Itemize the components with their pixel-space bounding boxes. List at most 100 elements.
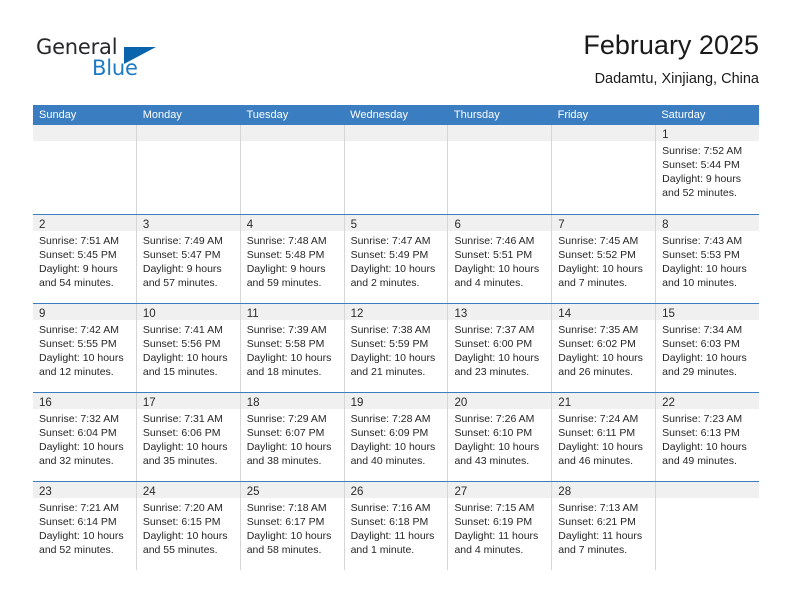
day-cell[interactable] <box>448 125 553 214</box>
weekday-tuesday: Tuesday <box>246 109 289 121</box>
day-details: Sunrise: 7:46 AM Sunset: 5:51 PM Dayligh… <box>448 231 551 290</box>
day-cell[interactable]: 18 Sunrise: 7:29 AM Sunset: 6:07 PM Dayl… <box>240 393 345 481</box>
daylight-line-1: Daylight: 10 hours <box>142 441 228 453</box>
sunrise-line: Sunrise: 7:41 AM <box>142 324 223 336</box>
day-number: 7 <box>558 219 565 231</box>
day-cell[interactable]: 4 Sunrise: 7:48 AM Sunset: 5:48 PM Dayli… <box>240 215 345 303</box>
day-number-band: 13 <box>448 304 552 320</box>
day-cell[interactable]: 7 Sunrise: 7:45 AM Sunset: 5:52 PM Dayli… <box>552 215 657 303</box>
sunset-line: Sunset: 5:58 PM <box>246 338 325 350</box>
day-number: 20 <box>454 397 468 409</box>
daylight-line-2: and 15 minutes. <box>142 366 218 378</box>
day-cell[interactable]: 1 Sunrise: 7:52 AM Sunset: 5:44 PM Dayli… <box>656 125 760 214</box>
sunset-line: Sunset: 5:52 PM <box>558 249 636 261</box>
day-number-band: 12 <box>344 304 448 320</box>
daylight-line-1: Daylight: 10 hours <box>39 352 124 364</box>
day-details: Sunrise: 7:52 AM Sunset: 5:44 PM Dayligh… <box>656 141 759 200</box>
daylight-line-2: and 38 minutes. <box>246 455 322 467</box>
day-cell[interactable]: 28 Sunrise: 7:13 AM Sunset: 6:21 PM Dayl… <box>552 482 657 570</box>
day-number-band: 22 <box>656 393 760 409</box>
day-cell[interactable]: 24 Sunrise: 7:20 AM Sunset: 6:15 PM Dayl… <box>136 482 241 570</box>
day-cell[interactable]: 15 Sunrise: 7:34 AM Sunset: 6:03 PM Dayl… <box>656 304 760 392</box>
daylight-line-2: and 1 minute. <box>350 544 415 556</box>
sunrise-line: Sunrise: 7:52 AM <box>662 145 743 157</box>
day-cell[interactable] <box>136 125 241 214</box>
day-cell[interactable]: 20 Sunrise: 7:26 AM Sunset: 6:10 PM Dayl… <box>448 393 553 481</box>
day-cell[interactable]: 9 Sunrise: 7:42 AM Sunset: 5:55 PM Dayli… <box>33 304 137 392</box>
daylight-line-2: and 29 minutes. <box>662 366 737 378</box>
day-cell[interactable]: 27 Sunrise: 7:15 AM Sunset: 6:19 PM Dayl… <box>448 482 553 570</box>
day-cell[interactable]: 13 Sunrise: 7:37 AM Sunset: 6:00 PM Dayl… <box>448 304 553 392</box>
day-cell[interactable]: 5 Sunrise: 7:47 AM Sunset: 5:49 PM Dayli… <box>344 215 449 303</box>
day-number: 21 <box>558 397 572 409</box>
day-cell[interactable]: 16 Sunrise: 7:32 AM Sunset: 6:04 PM Dayl… <box>33 393 137 481</box>
day-cell[interactable]: 25 Sunrise: 7:18 AM Sunset: 6:17 PM Dayl… <box>240 482 345 570</box>
day-cell[interactable] <box>33 125 137 214</box>
daylight-line-1: Daylight: 11 hours <box>558 530 643 542</box>
day-cell[interactable]: 21 Sunrise: 7:24 AM Sunset: 6:11 PM Dayl… <box>552 393 657 481</box>
daylight-line-1: Daylight: 10 hours <box>350 441 436 453</box>
day-cell[interactable] <box>344 125 449 214</box>
sunset-line: Sunset: 6:10 PM <box>454 427 533 439</box>
daylight-line-1: Daylight: 10 hours <box>350 352 436 364</box>
day-cell[interactable]: 3 Sunrise: 7:49 AM Sunset: 5:47 PM Dayli… <box>136 215 241 303</box>
calendar-grid: Sunday Monday Tuesday Wednesday Thursday… <box>33 105 760 570</box>
day-details: Sunrise: 7:43 AM Sunset: 5:53 PM Dayligh… <box>656 231 759 290</box>
day-number-band <box>448 125 552 141</box>
day-cell[interactable] <box>656 482 760 570</box>
day-cell[interactable] <box>240 125 345 214</box>
day-details <box>448 141 551 144</box>
weekday-thursday: Thursday <box>453 109 500 121</box>
daylight-line-2: and 52 minutes. <box>39 544 114 556</box>
sunset-line: Sunset: 6:02 PM <box>558 338 636 350</box>
day-details: Sunrise: 7:35 AM Sunset: 6:02 PM Dayligh… <box>552 320 655 379</box>
daylight-line-2: and 7 minutes. <box>558 544 628 556</box>
day-cell[interactable]: 14 Sunrise: 7:35 AM Sunset: 6:02 PM Dayl… <box>552 304 657 392</box>
sunrise-line: Sunrise: 7:37 AM <box>454 324 535 336</box>
day-details <box>137 141 240 144</box>
week-row: 16 Sunrise: 7:32 AM Sunset: 6:04 PM Dayl… <box>33 392 760 481</box>
daylight-line-1: Daylight: 10 hours <box>39 441 124 453</box>
day-cell[interactable]: 12 Sunrise: 7:38 AM Sunset: 5:59 PM Dayl… <box>344 304 449 392</box>
day-cell[interactable]: 17 Sunrise: 7:31 AM Sunset: 6:06 PM Dayl… <box>136 393 241 481</box>
sunset-line: Sunset: 6:09 PM <box>350 427 429 439</box>
daylight-line-1: Daylight: 10 hours <box>454 352 540 364</box>
daylight-line-2: and 26 minutes. <box>558 366 634 378</box>
sunset-line: Sunset: 5:56 PM <box>142 338 221 350</box>
sunrise-line: Sunrise: 7:21 AM <box>39 502 119 514</box>
day-number-band: 16 <box>33 393 136 409</box>
daylight-line-1: Daylight: 10 hours <box>558 441 643 453</box>
day-cell[interactable]: 8 Sunrise: 7:43 AM Sunset: 5:53 PM Dayli… <box>656 215 760 303</box>
sunrise-line: Sunrise: 7:15 AM <box>454 502 535 514</box>
day-cell[interactable]: 6 Sunrise: 7:46 AM Sunset: 5:51 PM Dayli… <box>448 215 553 303</box>
day-details: Sunrise: 7:16 AM Sunset: 6:18 PM Dayligh… <box>345 498 448 557</box>
daylight-line-2: and 4 minutes. <box>454 544 524 556</box>
day-cell[interactable]: 26 Sunrise: 7:16 AM Sunset: 6:18 PM Dayl… <box>344 482 449 570</box>
day-cell[interactable] <box>552 125 657 214</box>
day-cell[interactable]: 10 Sunrise: 7:41 AM Sunset: 5:56 PM Dayl… <box>136 304 241 392</box>
daylight-line-2: and 12 minutes. <box>39 366 114 378</box>
day-details <box>345 141 448 144</box>
day-details: Sunrise: 7:34 AM Sunset: 6:03 PM Dayligh… <box>656 320 759 379</box>
day-cell[interactable]: 2 Sunrise: 7:51 AM Sunset: 5:45 PM Dayli… <box>33 215 137 303</box>
day-cell[interactable]: 19 Sunrise: 7:28 AM Sunset: 6:09 PM Dayl… <box>344 393 449 481</box>
day-details <box>656 498 759 501</box>
sunset-line: Sunset: 6:14 PM <box>39 516 117 528</box>
daylight-line-1: Daylight: 9 hours <box>142 263 222 275</box>
day-number: 1 <box>662 129 669 141</box>
sunset-line: Sunset: 5:49 PM <box>350 249 429 261</box>
day-cell[interactable]: 11 Sunrise: 7:39 AM Sunset: 5:58 PM Dayl… <box>240 304 345 392</box>
day-cell[interactable]: 23 Sunrise: 7:21 AM Sunset: 6:14 PM Dayl… <box>33 482 137 570</box>
daylight-line-2: and 58 minutes. <box>246 544 322 556</box>
sunrise-line: Sunrise: 7:39 AM <box>246 324 327 336</box>
general-blue-logo[interactable]: General Blue <box>36 35 216 91</box>
sunset-line: Sunset: 5:59 PM <box>350 338 429 350</box>
day-details: Sunrise: 7:47 AM Sunset: 5:49 PM Dayligh… <box>345 231 448 290</box>
sunrise-line: Sunrise: 7:45 AM <box>558 235 639 247</box>
daylight-line-2: and 43 minutes. <box>454 455 530 467</box>
day-number-band: 24 <box>136 482 240 498</box>
day-cell[interactable]: 22 Sunrise: 7:23 AM Sunset: 6:13 PM Dayl… <box>656 393 760 481</box>
day-details <box>241 141 344 144</box>
sunrise-line: Sunrise: 7:31 AM <box>142 413 223 425</box>
day-number: 15 <box>662 308 675 320</box>
